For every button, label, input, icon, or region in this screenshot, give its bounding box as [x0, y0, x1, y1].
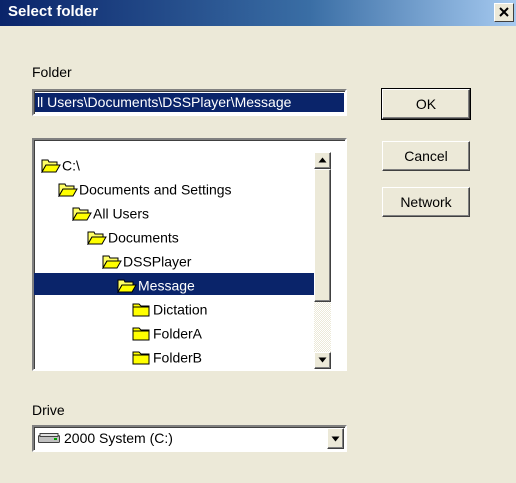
network-button[interactable]: Network — [382, 187, 470, 217]
tree-item-c-drive[interactable]: C:\ — [41, 153, 84, 175]
arrow-up-icon — [318, 157, 327, 163]
open-folder-icon — [41, 159, 61, 174]
drive-label: Drive — [32, 402, 65, 418]
folder-path-value: ll Users\Documents\DSSPlayer\Message — [35, 93, 344, 112]
cancel-button[interactable]: Cancel — [382, 141, 470, 171]
arrow-down-icon — [318, 357, 327, 363]
folder-icon — [132, 303, 150, 317]
tree-item-dssplayer[interactable]: DSSPlayer — [102, 249, 195, 271]
drive-select[interactable]: 2000 System (C:) — [32, 425, 347, 452]
tree-item-all-users[interactable]: All Users — [72, 201, 153, 223]
window-title: Select folder — [8, 3, 99, 20]
folder-path-field[interactable]: ll Users\Documents\DSSPlayer\Message — [32, 89, 347, 116]
tree-scrollbar[interactable] — [314, 152, 331, 369]
title-bar: Select folder — [0, 0, 516, 26]
tree-item-documents-and-settings[interactable]: Documents and Settings — [58, 177, 236, 199]
tree-item-documents[interactable]: Documents — [87, 225, 183, 247]
folder-icon — [132, 327, 150, 341]
scroll-down-button[interactable] — [314, 352, 331, 369]
tree-item-folderb[interactable]: FolderB — [132, 345, 206, 367]
drive-value: 2000 System (C:) — [64, 430, 173, 446]
open-folder-icon — [102, 255, 122, 270]
open-folder-icon — [58, 183, 78, 198]
chevron-down-icon — [331, 436, 340, 442]
scrollbar-thumb[interactable] — [314, 169, 331, 302]
folder-label: Folder — [32, 64, 72, 80]
open-folder-icon — [117, 279, 137, 294]
tree-item-dictation[interactable]: Dictation — [132, 297, 211, 319]
ok-button[interactable]: OK — [381, 88, 471, 120]
folder-icon — [132, 351, 150, 365]
drive-dropdown-button[interactable] — [327, 428, 344, 449]
close-button[interactable] — [494, 3, 514, 22]
open-folder-icon — [87, 231, 107, 246]
scroll-up-button[interactable] — [314, 152, 331, 169]
close-icon — [499, 7, 509, 17]
tree-item-foldera[interactable]: FolderA — [132, 321, 206, 343]
folder-tree[interactable]: C:\ Documents and Settings All Users Doc… — [32, 138, 347, 371]
hard-drive-icon — [38, 433, 60, 443]
open-folder-icon — [72, 207, 92, 222]
tree-item-message[interactable]: Message — [34, 273, 314, 295]
